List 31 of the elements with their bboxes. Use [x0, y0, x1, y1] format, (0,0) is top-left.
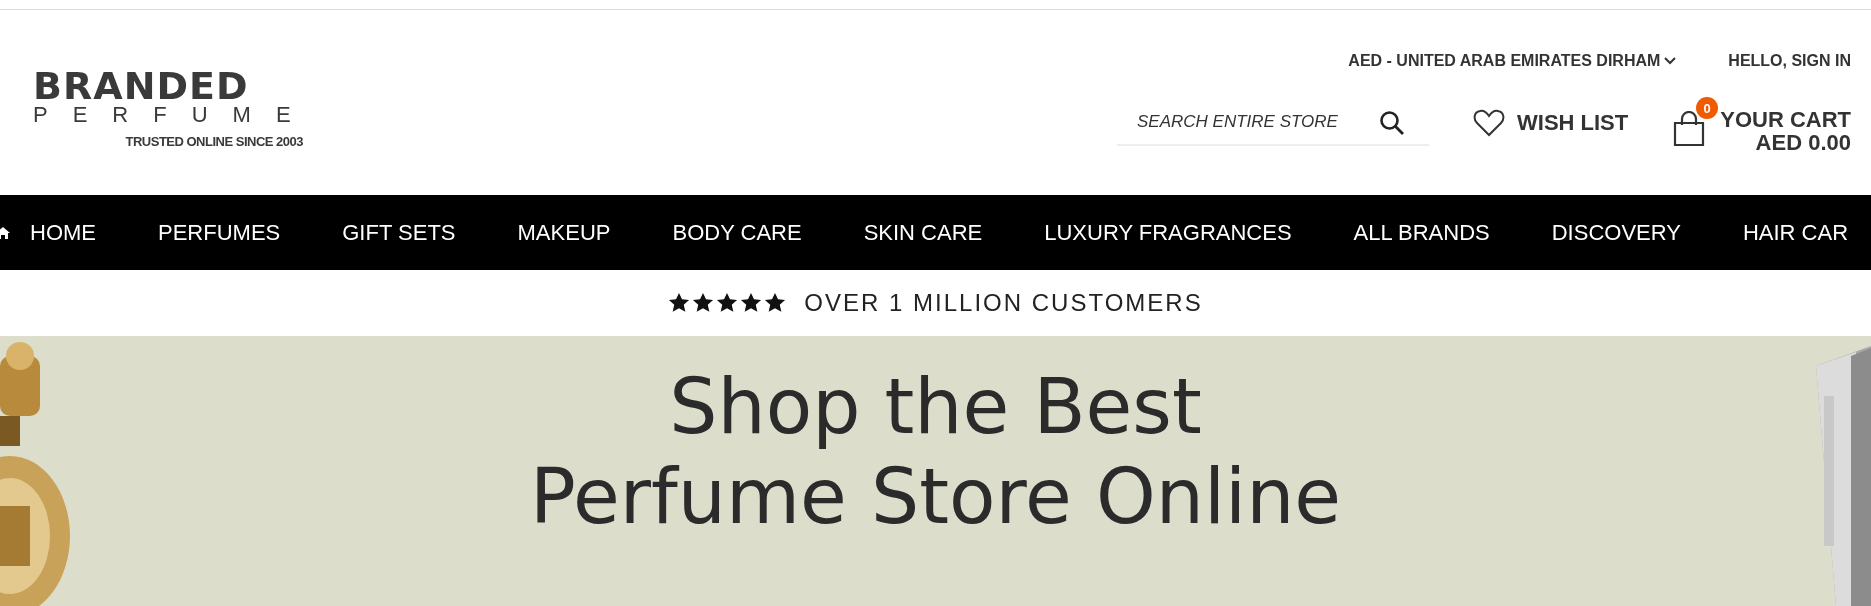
nav-link[interactable]: LUXURY FRAGRANCES	[1044, 219, 1292, 246]
wish-list-link[interactable]: WISH LIST	[1473, 109, 1629, 137]
hero-heading: Shop the Best	[669, 362, 1202, 452]
cart-link[interactable]: 0 YOUR CART AED 0.00	[1672, 92, 1851, 154]
search-icon[interactable]	[1379, 110, 1405, 136]
nav-link[interactable]: BODY CARE	[672, 219, 802, 246]
nav-link[interactable]: ALL BRANDS	[1353, 219, 1490, 246]
nav-link[interactable]: GIFT SETS	[342, 219, 456, 246]
currency-selector[interactable]: AED - UNITED ARAB EMIRATES DIRHAM	[1348, 52, 1677, 70]
hero-heading: Perfume Store Online	[529, 452, 1342, 542]
nav-link[interactable]: SKIN CARE	[863, 219, 983, 246]
star-icon	[692, 292, 715, 314]
nav-link[interactable]: HAIR CAR	[1742, 219, 1849, 246]
sign-in-link[interactable]: HELLO, SIGN IN	[1728, 52, 1851, 70]
star-icon	[716, 292, 739, 314]
chevron-down-icon	[1664, 57, 1677, 65]
nav-link[interactable]: HOME	[0, 219, 96, 246]
home-icon	[0, 225, 10, 240]
star-icon	[668, 292, 691, 314]
star-icon	[764, 292, 787, 314]
cart-count-badge: 0	[1696, 97, 1719, 119]
shopping-bag-icon	[1672, 111, 1707, 147]
cart-total: AED 0.00	[1755, 131, 1851, 154]
logo[interactable]: BRANDED PERFUME TRUSTED ONLINE SINCE 2003	[33, 10, 303, 195]
cart-label: YOUR CART	[1720, 108, 1851, 131]
star-icon	[740, 292, 763, 314]
heart-icon	[1473, 109, 1505, 137]
nav-link[interactable]: MAKEUP	[517, 219, 611, 246]
nav-link[interactable]: DISCOVERY	[1551, 219, 1681, 246]
customers-tagline: OVER 1 MILLION CUSTOMERS	[804, 289, 1203, 317]
nav-link[interactable]: PERFUMES	[158, 219, 281, 246]
